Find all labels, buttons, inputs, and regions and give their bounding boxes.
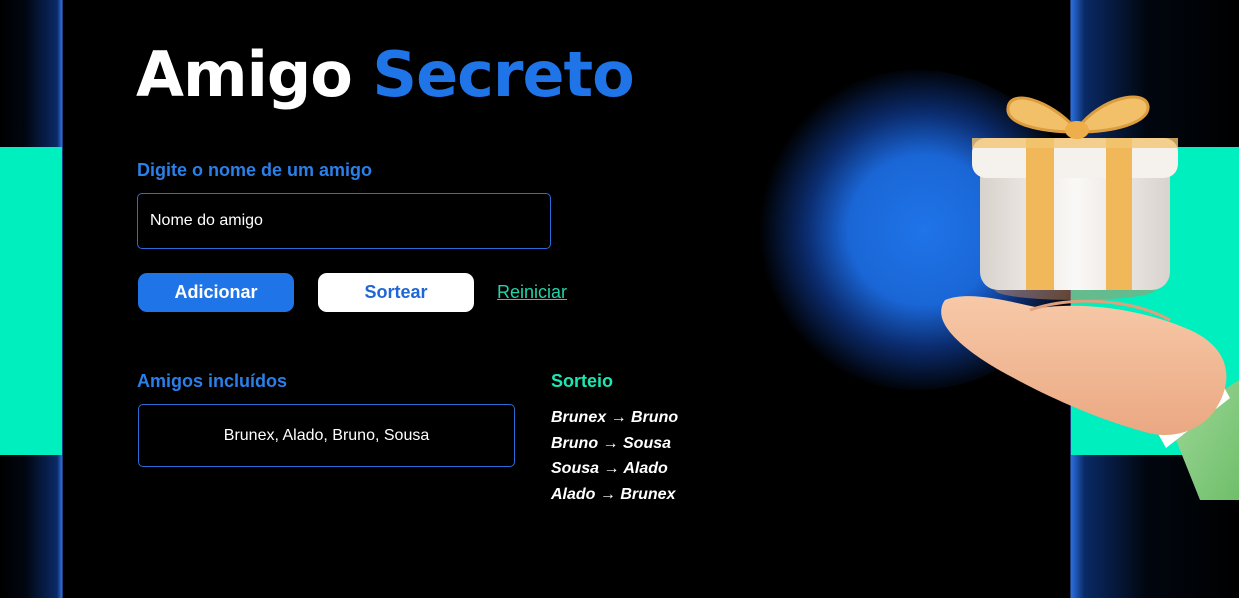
friends-list: Brunex, Alado, Bruno, Sousa xyxy=(138,404,515,467)
title-word-secreto: Secreto xyxy=(372,38,634,111)
result-pair: Alado → Brunex xyxy=(551,485,676,503)
friends-heading: Amigos incluídos xyxy=(137,371,288,391)
result-pair: Brunex → Bruno xyxy=(551,409,679,426)
reset-link[interactable]: Reiniciar xyxy=(497,282,567,303)
result-pair: Bruno → Sousa xyxy=(551,434,672,452)
page-title: Amigo Secreto xyxy=(136,38,635,111)
add-button[interactable]: Adicionar xyxy=(138,273,294,312)
gift-on-hand-icon xyxy=(941,95,1239,500)
result-heading: Sorteio xyxy=(551,371,614,391)
friend-name-input[interactable] xyxy=(137,193,551,249)
result-list: Brunex → Bruno Bruno → Sousa Sousa → Ala… xyxy=(551,405,678,507)
left-mint-band xyxy=(0,147,62,455)
input-label: Digite o nome de um amigo xyxy=(137,160,373,180)
draw-button[interactable]: Sortear xyxy=(318,273,474,312)
title-word-amigo: Amigo xyxy=(136,38,353,111)
friends-list-text: Brunex, Alado, Bruno, Sousa xyxy=(223,426,430,444)
result-pair: Sousa → Alado xyxy=(551,460,668,477)
